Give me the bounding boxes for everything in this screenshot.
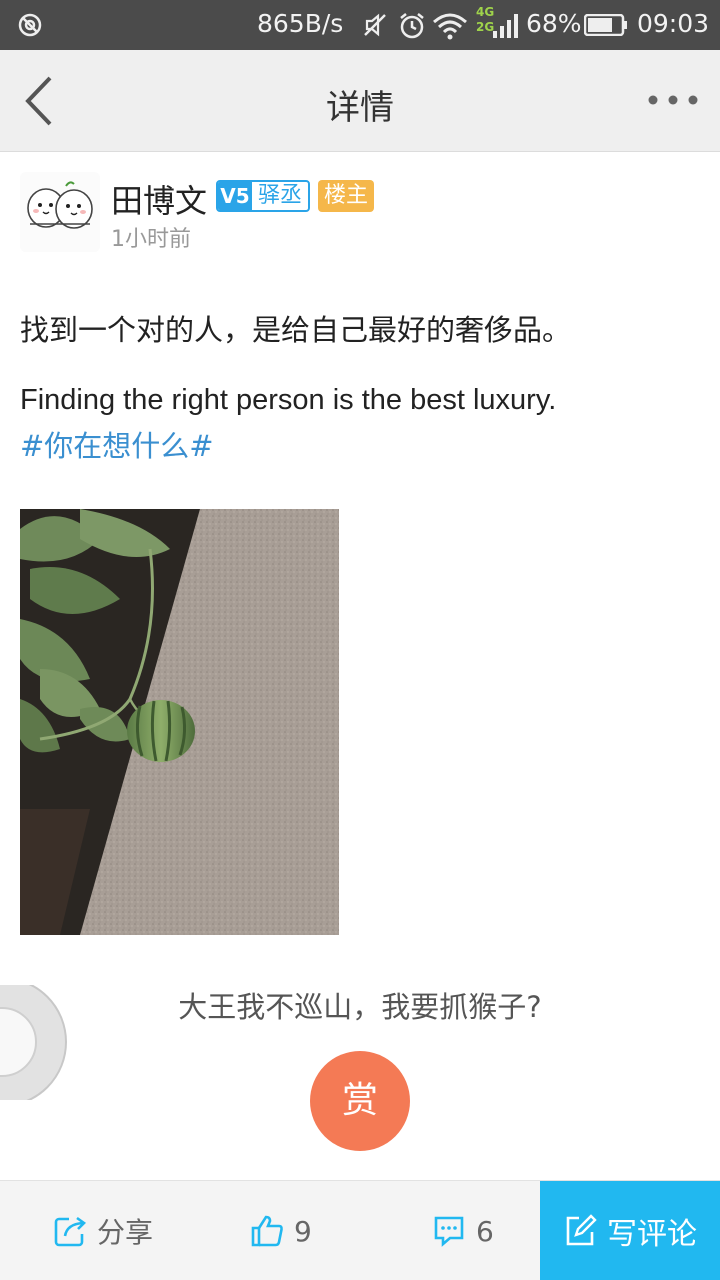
notification-icon [18,13,42,37]
like-button[interactable]: 9 [250,1181,312,1280]
post-time: 1小时前 [111,227,191,252]
comment-count: 6 [476,1214,494,1248]
author-name[interactable]: 田博文 [111,176,207,222]
bottom-action-bar: 分享 9 6 写评论 [0,1180,720,1280]
clock: 09:03 [637,9,710,38]
battery-percent: 68% [526,9,582,38]
battery-icon [584,14,627,36]
reward-button[interactable]: 赏 [310,1051,410,1151]
signal-icon [493,14,518,38]
edit-icon [566,1214,597,1246]
status-bar: 865B/s 4G 2G 68% 09:03 [0,0,720,50]
thumbs-up-icon [251,1215,283,1247]
floating-assistive-ball[interactable] [0,985,69,1100]
page-title: 详情 [326,88,394,128]
title-bar: 详情 [0,50,720,152]
hashtag-link[interactable]: #你在想什么# [20,423,214,465]
share-icon [54,1216,87,1247]
share-button[interactable]: 分享 [53,1181,153,1280]
level-badge: V5 驿丞 [216,180,310,212]
avatar[interactable] [20,172,100,252]
mute-icon [364,13,386,37]
owner-badge: 楼主 [318,180,375,212]
avatar-image [20,172,100,252]
level-badge-label: 驿丞 [257,183,302,208]
level-badge-prefix: V5 [218,182,252,210]
write-comment-label: 写评论 [607,1217,697,1252]
net-speed: 865B/s [257,9,344,38]
more-options-button[interactable] [644,88,702,112]
share-label: 分享 [97,1216,154,1249]
wifi-icon [433,13,467,40]
post-caption: 大王我不巡山，我要抓猴子? [178,990,542,1024]
write-comment-button[interactable]: 写评论 [540,1181,720,1280]
comment-icon [434,1216,464,1247]
watermelon-photo [20,509,339,935]
like-count: 9 [294,1214,312,1248]
post-text-chinese: 找到一个对的人，是给自己最好的奢侈品。 [20,313,572,347]
post-text-english: Finding the right person is the best lux… [20,384,557,416]
comment-button[interactable]: 6 [432,1181,494,1280]
post-photo[interactable] [20,509,339,935]
alarm-icon [400,13,424,39]
